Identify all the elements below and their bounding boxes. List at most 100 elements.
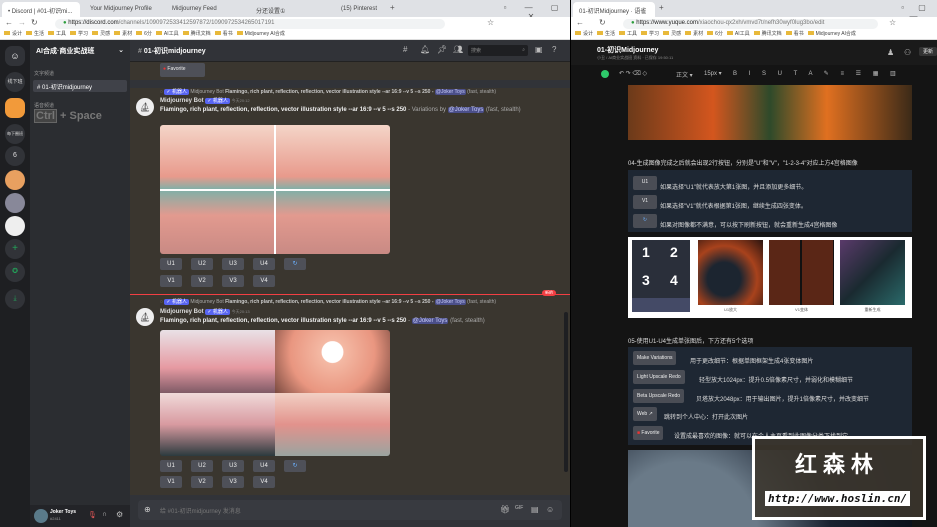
- gif-icon[interactable]: GIF: [515, 505, 523, 511]
- reply-preview[interactable]: ◌ ✓ 机器人 Midjourney Bot Flamingo, rich pl…: [160, 88, 496, 95]
- bookmark[interactable]: AI工具: [727, 31, 750, 37]
- tab-yuque[interactable]: 01-初识Midjourney · 语雀: [573, 2, 655, 17]
- emoji-icon[interactable]: ☺: [546, 505, 554, 514]
- threads-icon[interactable]: #: [403, 45, 407, 54]
- category-voice[interactable]: 语音频道: [34, 102, 54, 109]
- mic-icon[interactable]: 🎙: [88, 511, 97, 519]
- present-icon[interactable]: ♟: [887, 48, 894, 57]
- message-input[interactable]: ⊕ 给 #01-初识midjourney 发消息 🎁︎ GIF ▤ ☺: [138, 500, 562, 520]
- bookmark[interactable]: Midjourney AI合成: [808, 31, 856, 37]
- add-server-icon[interactable]: +: [5, 239, 25, 259]
- variation-v3-button[interactable]: V3: [222, 275, 244, 287]
- bookmark[interactable]: 6分: [136, 31, 152, 37]
- doc-title[interactable]: 01-初识Midjourney: [597, 45, 658, 55]
- inbox-icon[interactable]: ▣: [535, 45, 543, 54]
- variation-v1-button[interactable]: V1: [160, 476, 182, 488]
- url-input[interactable]: ● https://www.yuque.com/xiaochou-qx2xh/v…: [623, 19, 878, 29]
- server-six[interactable]: 6: [5, 146, 25, 166]
- bookmark[interactable]: 工具: [619, 31, 637, 37]
- star-icon[interactable]: ☆: [889, 18, 896, 27]
- upscale-u3-button[interactable]: U3: [222, 258, 244, 270]
- variation-v2-button[interactable]: V2: [191, 275, 213, 287]
- bookmark[interactable]: 腾讯文档: [754, 31, 782, 37]
- font-size-select[interactable]: 15px ▾: [704, 70, 722, 77]
- reply-preview[interactable]: ◌ ✓ 机器人 Midjourney Bot Flamingo, rich pl…: [160, 298, 496, 305]
- variation-v3-button[interactable]: V3: [222, 476, 244, 488]
- server-icon[interactable]: [5, 193, 25, 213]
- example-image-strip[interactable]: 1 2 3 4 U1放大 V1变体 重新生成: [628, 237, 912, 318]
- headphones-icon[interactable]: ∩: [102, 511, 107, 518]
- star-icon[interactable]: ☆: [487, 18, 494, 27]
- bot-avatar[interactable]: ⛵︎: [136, 98, 154, 116]
- flamingo-image-grid[interactable]: [160, 125, 390, 254]
- category-text[interactable]: 文字频道: [34, 70, 54, 77]
- channel-item-active[interactable]: # 01-初识midjourney: [33, 80, 127, 92]
- paragraph-style-select[interactable]: 正文 ▾: [676, 70, 693, 79]
- server-icon[interactable]: [5, 216, 25, 236]
- bookmark[interactable]: AI工具: [156, 31, 179, 37]
- scrollbar[interactable]: [564, 312, 568, 472]
- back-icon[interactable]: ←: [5, 18, 13, 27]
- sticker-icon[interactable]: ▤: [531, 505, 539, 514]
- insert-icon[interactable]: [601, 70, 609, 78]
- pin-icon[interactable]: 📌︎: [437, 45, 447, 54]
- favorite-button[interactable]: ● Favorite: [160, 63, 205, 77]
- variation-v2-button[interactable]: V2: [191, 476, 213, 488]
- server-offline-class[interactable]: 线下班: [5, 72, 25, 92]
- bookmark[interactable]: 设计: [4, 31, 22, 37]
- upscale-u2-button[interactable]: U2: [191, 258, 213, 270]
- upscale-u4-button[interactable]: U4: [253, 258, 275, 270]
- variation-v1-button[interactable]: V1: [160, 275, 182, 287]
- bookmark[interactable]: 腾讯文档: [183, 31, 211, 37]
- new-tab-icon[interactable]: +: [659, 3, 664, 12]
- variation-v4-button[interactable]: V4: [253, 275, 275, 287]
- bot-avatar[interactable]: ⛵︎: [136, 308, 154, 326]
- message-author[interactable]: Midjourney Bot ✓ 机器人 今天20:12: [160, 97, 250, 104]
- bookmark[interactable]: 灵感: [92, 31, 110, 37]
- bookmark[interactable]: 看书: [786, 31, 804, 37]
- help-icon[interactable]: ?: [552, 45, 556, 54]
- collaborator-icon[interactable]: ⚇: [904, 48, 911, 57]
- server-icon-owl[interactable]: [5, 98, 25, 118]
- url-input[interactable]: ● https://discord.com/channels/109097253…: [55, 19, 445, 29]
- bookmark[interactable]: 素材: [685, 31, 703, 37]
- bookmark[interactable]: 工具: [48, 31, 66, 37]
- server-daily[interactable]: 每下圈班: [5, 124, 25, 144]
- gift-icon[interactable]: 🎁︎: [500, 505, 510, 514]
- upscale-u2-button[interactable]: U2: [191, 460, 213, 472]
- avatar[interactable]: [34, 509, 48, 523]
- download-icon[interactable]: ⤓: [5, 289, 25, 309]
- bookmark[interactable]: 灵感: [663, 31, 681, 37]
- bookmark[interactable]: 学习: [641, 31, 659, 37]
- new-messages-badge[interactable]: 新的: [542, 290, 556, 296]
- tab-pinterest[interactable]: (15) Pinterest: [335, 2, 413, 17]
- settings-gear-icon[interactable]: ⚙: [116, 510, 123, 519]
- server-icon[interactable]: [5, 170, 25, 190]
- explore-icon[interactable]: ✪: [5, 262, 25, 282]
- discord-home-icon[interactable]: ☺: [5, 46, 25, 66]
- attach-plus-icon[interactable]: ⊕: [144, 505, 151, 514]
- server-name[interactable]: AI合成·商业实战班 ⌄: [36, 46, 126, 56]
- doc-image-top[interactable]: [628, 85, 912, 140]
- bell-icon[interactable]: 🔔︎: [420, 45, 430, 54]
- bookmark[interactable]: 素材: [114, 31, 132, 37]
- tab-settings[interactable]: 分还设置①: [250, 2, 328, 17]
- forward-icon[interactable]: →: [18, 18, 26, 27]
- bookmark[interactable]: 学习: [70, 31, 88, 37]
- tab-discord[interactable]: • Discord | #01-初识mi...: [2, 2, 80, 17]
- tab-midjourney-profile[interactable]: Your Midjourney Profile: [84, 2, 162, 17]
- refresh-button[interactable]: ↻: [284, 258, 306, 270]
- upscale-u4-button[interactable]: U4: [253, 460, 275, 472]
- refresh-button[interactable]: ↻: [284, 460, 306, 472]
- flamingo-image-grid[interactable]: [160, 330, 390, 456]
- members-icon[interactable]: 👥︎: [453, 45, 463, 54]
- back-icon[interactable]: ←: [576, 18, 584, 27]
- bookmark[interactable]: 生活: [597, 31, 615, 37]
- reload-icon[interactable]: ↻: [31, 18, 38, 27]
- reload-icon[interactable]: ↻: [599, 18, 606, 27]
- message-author[interactable]: Midjourney Bot ✓ 机器人 今天20:13: [160, 308, 250, 315]
- update-button[interactable]: 更新: [919, 47, 937, 56]
- bookmark[interactable]: 生活: [26, 31, 44, 37]
- upscale-u1-button[interactable]: U1: [160, 460, 182, 472]
- bookmark[interactable]: 看书: [215, 31, 233, 37]
